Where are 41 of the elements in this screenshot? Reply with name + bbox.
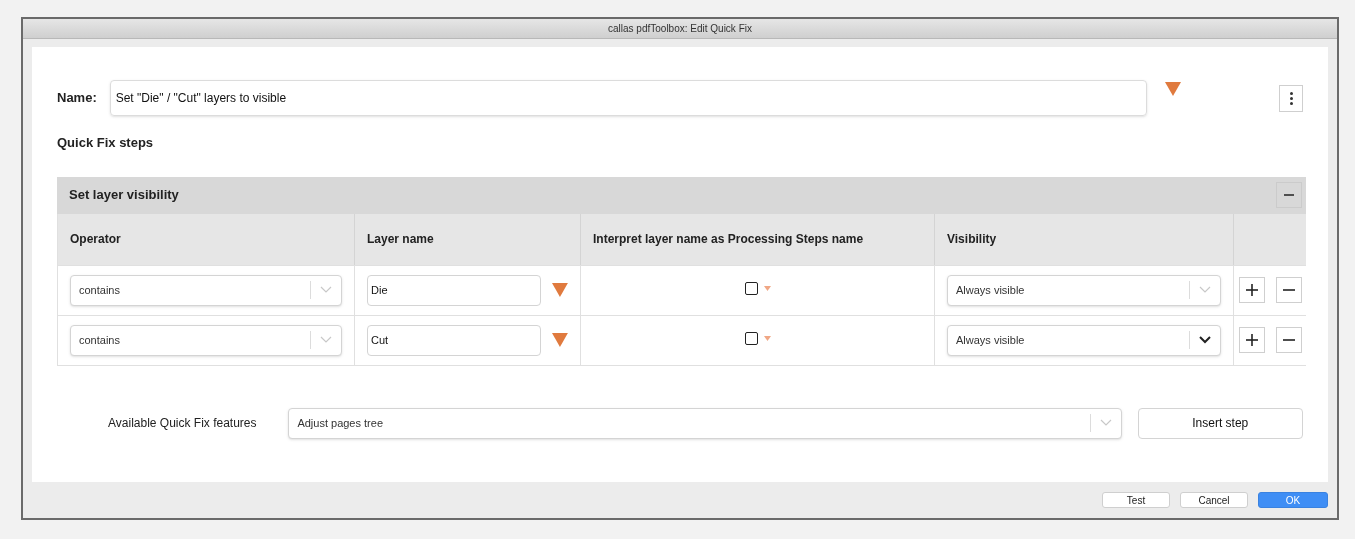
dialog-button[interactable]: Cancel: [1180, 492, 1248, 508]
chevron-down-icon: [320, 336, 332, 344]
add-row-button[interactable]: [1239, 327, 1265, 353]
select-value: Always visible: [955, 332, 1026, 348]
step-title: Set layer visibility: [69, 186, 179, 205]
features-label: Available Quick Fix features: [108, 415, 258, 432]
dropdown-triangle-icon[interactable]: [1165, 82, 1182, 96]
dropdown-select[interactable]: Adjust pages tree: [288, 407, 1122, 439]
checkbox[interactable]: [744, 281, 758, 295]
column-header: Operator: [70, 231, 121, 248]
chevron-down-icon: [1099, 419, 1112, 427]
dropdown-select[interactable]: contains: [70, 274, 342, 306]
section-heading: Quick Fix steps: [57, 134, 155, 152]
dropdown-select[interactable]: Always visible: [947, 324, 1221, 356]
dropdown-triangle-icon[interactable]: [552, 333, 568, 347]
column-header: Visibility: [947, 231, 997, 248]
plus-icon: [1245, 333, 1259, 347]
collapse-button[interactable]: [1276, 182, 1302, 208]
window-title: callas pdfToolbox: Edit Quick Fix: [608, 22, 752, 36]
layer-name-field[interactable]: Cut: [367, 324, 542, 356]
insert-step-button[interactable]: Insert step: [1137, 407, 1303, 439]
dropdown-select[interactable]: Always visible: [947, 274, 1221, 306]
remove-row-button[interactable]: [1276, 327, 1302, 353]
more-options-button[interactable]: [1279, 84, 1303, 112]
column-header: Interpret layer name as Processing Steps name: [593, 231, 864, 248]
plus-icon: [1245, 283, 1259, 297]
name-field[interactable]: Set "Die" / "Cut" layers to visible: [109, 80, 1148, 116]
dialog-button[interactable]: Test: [1102, 492, 1170, 508]
layer-name-field[interactable]: Die: [367, 274, 542, 306]
chevron-down-icon: [320, 286, 332, 294]
remove-row-button[interactable]: [1276, 277, 1302, 303]
checkbox[interactable]: [744, 331, 758, 345]
select-value: Adjust pages tree: [296, 415, 384, 431]
select-value: contains: [78, 282, 121, 298]
name-label: Name:: [57, 89, 98, 108]
select-value: Always visible: [955, 282, 1026, 298]
add-row-button[interactable]: [1239, 277, 1265, 303]
column-header: Layer name: [367, 231, 434, 248]
dropdown-triangle-icon[interactable]: [552, 283, 568, 297]
select-value: contains: [78, 332, 121, 348]
dropdown-select[interactable]: contains: [70, 324, 342, 356]
